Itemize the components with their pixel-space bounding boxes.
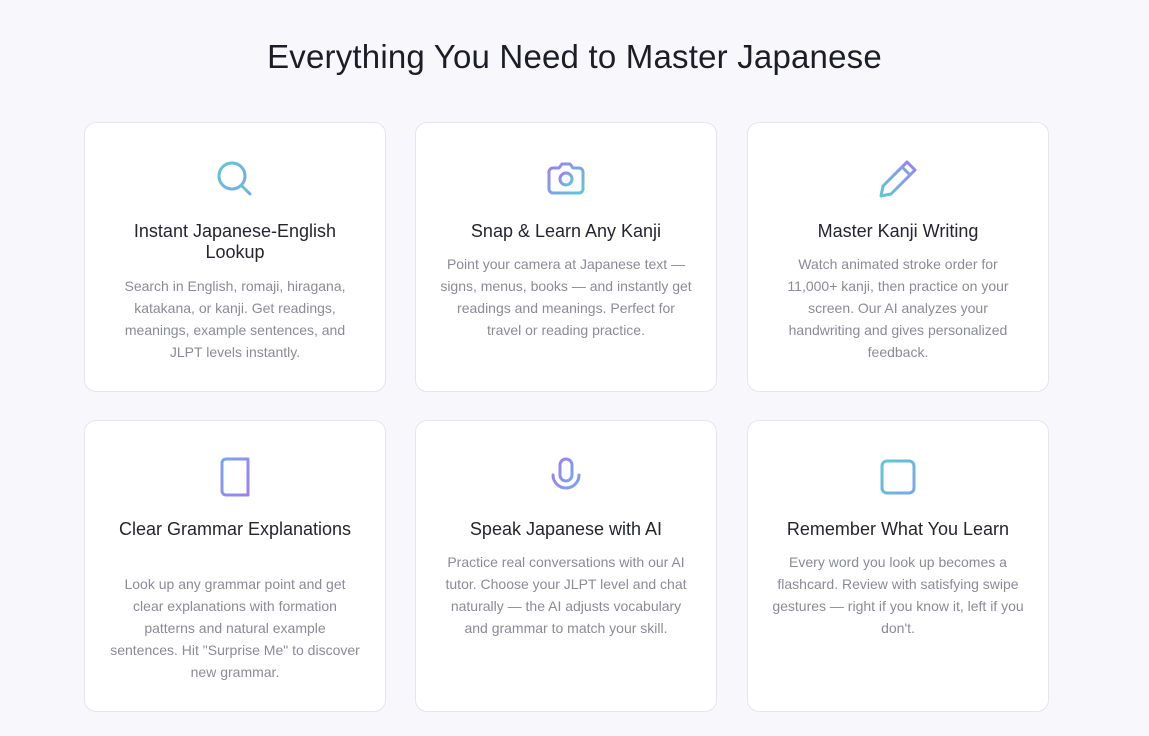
section-heading: Everything You Need to Master Japanese xyxy=(267,38,882,75)
pencil-icon xyxy=(876,157,920,201)
feature-card-snap: Snap & Learn Any Kanji Point your camera… xyxy=(415,122,717,392)
feature-title: Snap & Learn Any Kanji xyxy=(470,221,662,241)
features-section: Everything You Need to Master Japanese I… xyxy=(0,0,1149,736)
feature-card-lookup: Instant Japanese-English Lookup Search i… xyxy=(84,122,386,392)
feature-title: Speak Japanese with AI xyxy=(469,519,663,539)
feature-description: Watch animated stroke order for 11,000+ … xyxy=(787,256,1009,360)
microphone-icon xyxy=(544,455,588,499)
feature-description: Look up any grammar point and get clear … xyxy=(110,576,360,680)
feature-card-flashcards: Remember What You Learn Every word you l… xyxy=(747,420,1049,712)
feature-description: Every word you look up becomes a flashca… xyxy=(772,554,1024,636)
feature-card-writing: Master Kanji Writing Watch animated stro… xyxy=(747,122,1049,392)
feature-title: Master Kanji Writing xyxy=(817,221,979,241)
feature-description: Point your camera at Japanese text — sig… xyxy=(440,256,692,338)
square-icon xyxy=(876,455,920,499)
feature-card-grammar: Clear Grammar Explanations Look up any g… xyxy=(84,420,386,712)
feature-card-speak: Speak Japanese with AI Practice real con… xyxy=(415,420,717,712)
book-icon xyxy=(213,455,257,499)
search-icon xyxy=(213,157,257,201)
feature-description: Search in English, romaji, hiragana, kat… xyxy=(124,278,346,360)
camera-icon xyxy=(544,157,588,201)
feature-title: Instant Japanese-English Lookup xyxy=(133,221,337,262)
feature-title: Clear Grammar Explanations xyxy=(118,519,352,539)
feature-description: Practice real conversations with our AI … xyxy=(445,554,687,636)
feature-title: Remember What You Learn xyxy=(786,519,1010,539)
